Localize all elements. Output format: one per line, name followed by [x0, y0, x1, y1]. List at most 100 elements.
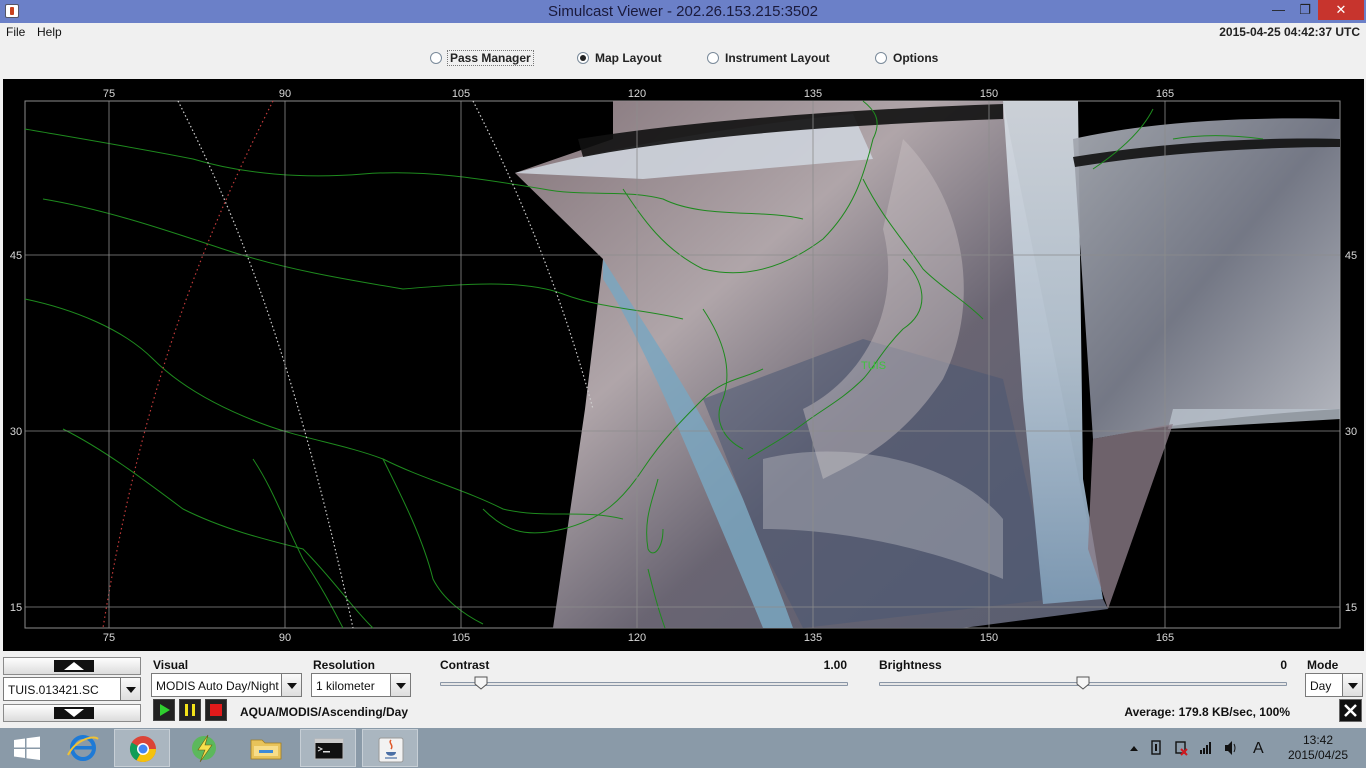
- radio-options[interactable]: [875, 52, 887, 64]
- windows-start-button[interactable]: [0, 729, 56, 767]
- taskbar-network-tool[interactable]: [176, 729, 232, 767]
- tab-options-label: Options: [893, 51, 939, 65]
- radio-map-layout[interactable]: [577, 52, 589, 64]
- lon-top-label: 75: [103, 88, 115, 100]
- maximize-button[interactable]: ❐: [1292, 0, 1318, 20]
- map-canvas: 75 90 105 120 135 150 165 75 90 105 120 …: [10, 88, 1357, 644]
- taskbar-clock[interactable]: 13:42 2015/04/25: [1278, 733, 1358, 763]
- taskbar-time: 13:42: [1302, 733, 1334, 747]
- contrast-value: 1.00: [823, 658, 847, 672]
- resolution-label: Resolution: [313, 658, 375, 672]
- tab-instrument-layout-label: Instrument Layout: [725, 51, 830, 65]
- lat-left-label: 15: [10, 602, 22, 614]
- menu-help[interactable]: Help: [37, 25, 62, 39]
- chevron-down-icon[interactable]: [120, 678, 140, 700]
- tab-map-layout[interactable]: Map Layout: [577, 49, 662, 67]
- stop-button[interactable]: [205, 699, 227, 721]
- taskbar-command-prompt[interactable]: [300, 729, 356, 767]
- tab-instrument-layout[interactable]: Instrument Layout: [707, 49, 830, 67]
- play-button[interactable]: [153, 699, 175, 721]
- average-rate: Average: 179.8 KB/sec, 100%: [1124, 705, 1290, 719]
- command-prompt-icon: [314, 738, 344, 760]
- pause-icon: [185, 704, 195, 716]
- lon-top-label: 150: [980, 88, 998, 100]
- title-bar: Simulcast Viewer - 202.26.153.215:3502 —…: [0, 0, 1366, 23]
- window-title: Simulcast Viewer - 202.26.153.215:3502: [548, 3, 818, 20]
- chevron-down-icon[interactable]: [281, 674, 301, 696]
- resolution-select[interactable]: 1 kilometer: [311, 673, 411, 697]
- lon-bottom-label: 165: [1156, 632, 1174, 644]
- lat-right-label: 15: [1345, 602, 1357, 614]
- satellite-map[interactable]: 75 90 105 120 135 150 165 75 90 105 120 …: [3, 79, 1364, 651]
- pass-select-value: TUIS.013421.SC: [8, 683, 99, 697]
- menu-bar: File Help 2015-04-25 04:42:37 UTC: [0, 23, 1366, 41]
- satellite-swath-imagery: [515, 101, 1340, 628]
- ime-indicator[interactable]: A: [1253, 740, 1264, 768]
- mode-label: Mode: [1307, 658, 1339, 672]
- station-label: TUIS: [861, 360, 886, 372]
- tab-pass-manager[interactable]: Pass Manager: [430, 49, 534, 67]
- orbit-track-1: [177, 100, 354, 629]
- tab-options[interactable]: Options: [875, 49, 938, 67]
- minimize-button[interactable]: —: [1265, 0, 1292, 20]
- taskbar-file-explorer[interactable]: [238, 729, 294, 767]
- radio-pass-manager[interactable]: [430, 52, 442, 64]
- network-tool-icon: [192, 734, 216, 763]
- taskbar-java[interactable]: [362, 729, 418, 767]
- lon-bottom-label: 150: [980, 632, 998, 644]
- lat-right-label: 30: [1345, 426, 1357, 438]
- lon-bottom-label: 120: [628, 632, 646, 644]
- play-icon: [160, 704, 170, 716]
- lat-left-label: 45: [10, 250, 22, 262]
- pause-button[interactable]: [179, 699, 201, 721]
- stop-icon: [210, 704, 222, 716]
- internet-explorer-icon: [67, 735, 99, 761]
- chevron-down-icon[interactable]: [390, 674, 410, 696]
- menu-file[interactable]: File: [6, 25, 25, 39]
- taskbar-chrome[interactable]: [114, 729, 170, 767]
- folder-icon: [250, 739, 282, 760]
- lon-bottom-label: 135: [804, 632, 822, 644]
- pass-select[interactable]: TUIS.013421.SC: [3, 677, 141, 701]
- utc-clock: 2015-04-25 04:42:37 UTC: [1219, 25, 1360, 39]
- windows-logo-icon: [14, 736, 40, 760]
- lat-left-label: 30: [10, 426, 22, 438]
- windows-taskbar: A 13:42 2015/04/25: [0, 728, 1366, 768]
- contrast-slider-track[interactable]: [440, 682, 848, 686]
- pass-up-button[interactable]: [3, 657, 141, 675]
- mode-select-value: Day: [1310, 679, 1332, 693]
- arrow-down-icon: [54, 707, 94, 719]
- contrast-slider-thumb[interactable]: [474, 676, 488, 690]
- lon-bottom-label: 90: [279, 632, 291, 644]
- visual-label: Visual: [153, 658, 189, 672]
- lat-right-label: 45: [1345, 250, 1357, 262]
- mode-select[interactable]: Day: [1305, 673, 1363, 697]
- chevron-down-icon[interactable]: [1342, 674, 1362, 696]
- lon-bottom-label: 75: [103, 632, 115, 644]
- layout-tabs: Pass Manager Map Layout Instrument Layou…: [0, 41, 1366, 77]
- system-tray: [1128, 728, 1268, 768]
- java-icon: [378, 737, 404, 763]
- taskbar-internet-explorer[interactable]: [56, 729, 112, 767]
- arrow-up-icon: [54, 660, 94, 672]
- volume-icon: [1225, 741, 1232, 755]
- brightness-slider-thumb[interactable]: [1076, 676, 1090, 690]
- lon-top-label: 105: [452, 88, 470, 100]
- close-pass-button[interactable]: [1339, 699, 1362, 722]
- brightness-label: Brightness: [879, 658, 942, 672]
- tab-pass-manager-label: Pass Manager: [447, 50, 534, 66]
- lon-top-label: 90: [279, 88, 291, 100]
- radio-instrument-layout[interactable]: [707, 52, 719, 64]
- resolution-select-value: 1 kilometer: [316, 679, 375, 693]
- visual-select[interactable]: MODIS Auto Day/Night: [151, 673, 302, 697]
- signal-icon: [1200, 750, 1202, 754]
- contrast-label: Contrast: [440, 658, 490, 672]
- orbit-track-2: [102, 100, 274, 629]
- visual-select-value: MODIS Auto Day/Night: [156, 679, 279, 693]
- lon-top-label: 120: [628, 88, 646, 100]
- pass-down-button[interactable]: [3, 704, 141, 722]
- pass-status: AQUA/MODIS/Ascending/Day: [240, 705, 409, 719]
- show-hidden-icons-icon: [1130, 746, 1138, 751]
- tab-map-layout-label: Map Layout: [595, 51, 662, 65]
- close-window-button[interactable]: ✕: [1318, 0, 1364, 20]
